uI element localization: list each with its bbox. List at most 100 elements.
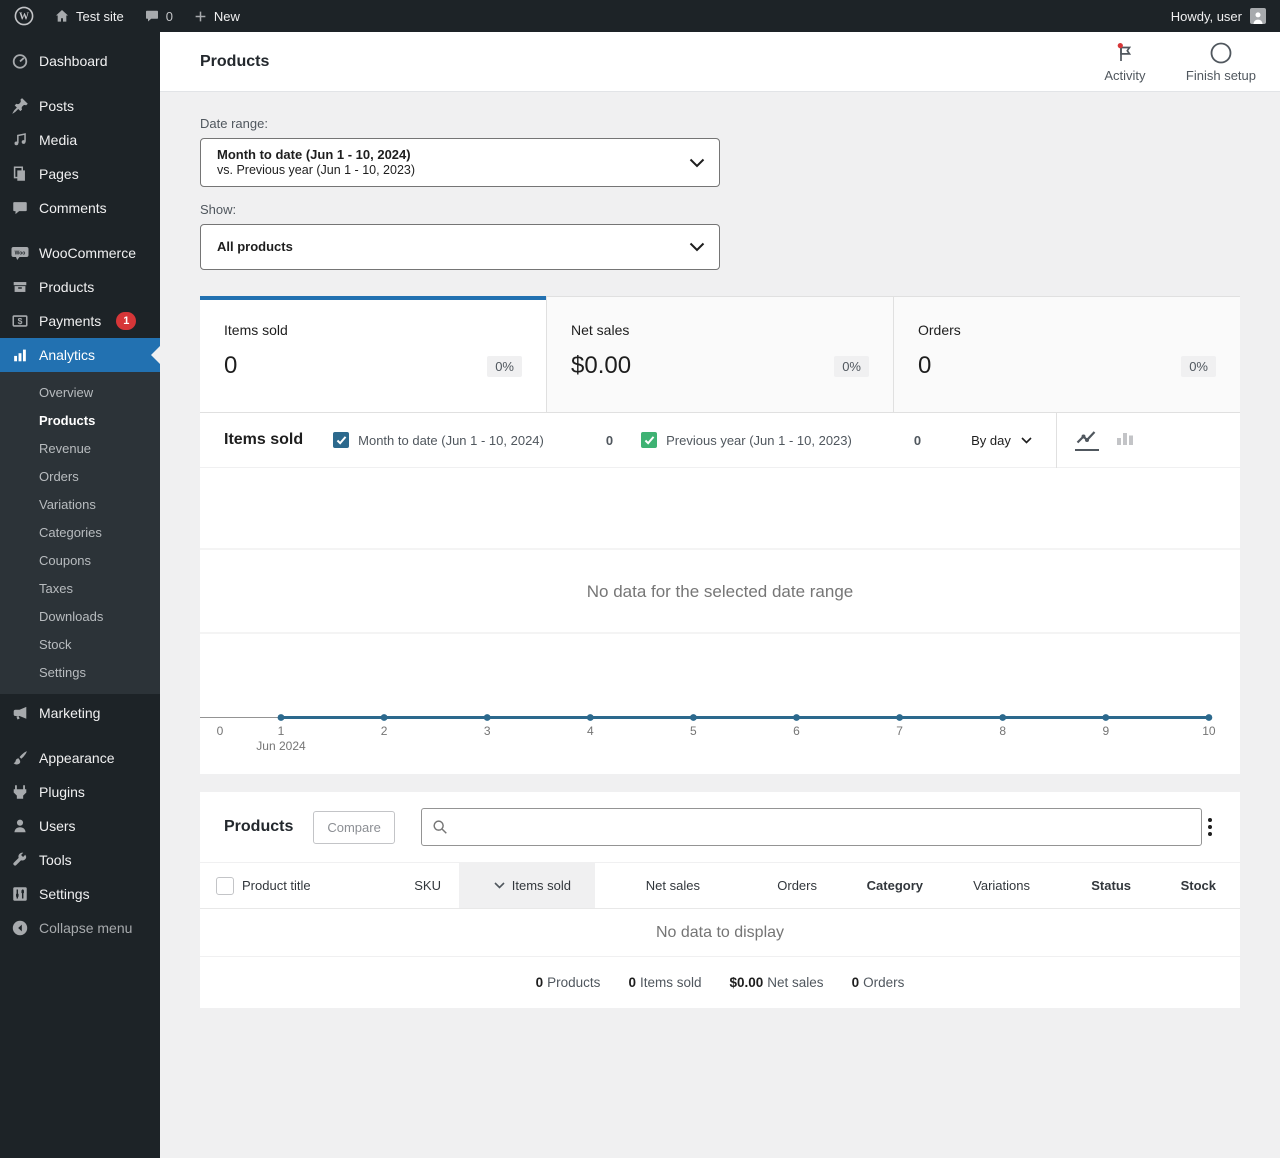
sidebar-item-payments[interactable]: $ Payments 1 <box>0 304 160 338</box>
select-all-checkbox[interactable] <box>216 876 234 895</box>
sidebar-item-label: Pages <box>39 166 79 182</box>
comment-bubble-icon <box>144 8 160 24</box>
change-badge: 0% <box>834 355 869 377</box>
collapse-menu-button[interactable]: Collapse menu <box>0 911 160 945</box>
sidebar-item-label: Products <box>39 279 95 295</box>
column-orders[interactable]: Orders <box>700 863 817 908</box>
empty-line-chart <box>200 548 1240 721</box>
sidebar-item-settings[interactable]: Settings <box>0 877 160 911</box>
current-menu-arrow <box>151 346 160 364</box>
payments-icon: $ <box>10 311 30 331</box>
compare-button[interactable]: Compare <box>313 810 395 844</box>
search-input[interactable] <box>420 808 1202 846</box>
x-axis-tick: 5 <box>690 724 697 738</box>
sidebar-item-label: Comments <box>39 200 107 216</box>
submenu-variations[interactable]: Variations <box>0 491 160 519</box>
legend-item-current-period[interactable]: Month to date (Jun 1 - 10, 2024) 0 <box>333 432 641 448</box>
activity-button[interactable]: Activity <box>1090 41 1160 83</box>
sidebar-item-comments[interactable]: Comments <box>0 191 160 225</box>
stat-value: 0 <box>918 352 932 379</box>
show-select[interactable]: All products <box>200 224 720 270</box>
line-chart-type-button[interactable] <box>1074 429 1099 451</box>
sidebar-item-products[interactable]: Products <box>0 270 160 304</box>
sidebar-item-woocommerce[interactable]: Woo WooCommerce <box>0 236 160 270</box>
sidebar-item-analytics[interactable]: Analytics <box>0 338 160 372</box>
column-items-sold[interactable]: Items sold <box>459 863 595 908</box>
submenu-taxes[interactable]: Taxes <box>0 575 160 603</box>
interval-select[interactable]: By day <box>971 433 1032 448</box>
x-axis-month-label: Jun 2024 <box>256 739 306 753</box>
legend-item-previous-period[interactable]: Previous year (Jun 1 - 10, 2023) 0 <box>641 432 949 448</box>
legend-label: Month to date (Jun 1 - 10, 2024) <box>358 432 544 448</box>
sidebar-item-tools[interactable]: Tools <box>0 843 160 877</box>
submenu-orders[interactable]: Orders <box>0 463 160 491</box>
legend-label: Previous year (Jun 1 - 10, 2023) <box>666 432 852 448</box>
column-label: Items sold <box>511 878 571 893</box>
column-status[interactable]: Status <box>1050 863 1151 908</box>
plus-icon <box>193 9 208 24</box>
show-label: Show: <box>200 202 237 217</box>
sidebar-item-dashboard[interactable]: Dashboard <box>0 44 160 78</box>
tab-items-sold[interactable]: Items sold 0 0% <box>200 296 546 412</box>
date-range-select[interactable]: Month to date (Jun 1 - 10, 2024) vs. Pre… <box>200 138 720 187</box>
sidebar-item-label: Marketing <box>39 705 101 721</box>
sidebar-item-appearance[interactable]: Appearance <box>0 741 160 775</box>
date-range-label: Date range: <box>200 116 268 131</box>
wordpress-logo-menu[interactable]: W <box>0 0 44 32</box>
collapse-icon <box>10 918 30 938</box>
bar-chart-type-button[interactable] <box>1113 429 1137 451</box>
column-category[interactable]: Category <box>817 863 937 908</box>
home-icon <box>54 8 70 24</box>
sidebar-item-plugins[interactable]: Plugins <box>0 775 160 809</box>
line-chart-icon <box>1076 431 1096 444</box>
legend-value: 0 <box>605 432 614 448</box>
submenu-revenue[interactable]: Revenue <box>0 435 160 463</box>
new-menu[interactable]: New <box>183 0 250 32</box>
submenu-overview[interactable]: Overview <box>0 379 160 407</box>
sidebar-item-pages[interactable]: Pages <box>0 157 160 191</box>
submenu-stock[interactable]: Stock <box>0 631 160 659</box>
checkbox-checked-icon[interactable] <box>641 432 658 448</box>
column-product-title[interactable]: Product title <box>242 863 397 908</box>
page-title: Products <box>200 52 270 70</box>
tab-orders[interactable]: Orders 0 0% <box>893 296 1240 412</box>
submenu-settings[interactable]: Settings <box>0 659 160 687</box>
column-variations[interactable]: Variations <box>937 863 1050 908</box>
tab-net-sales[interactable]: Net sales $0.00 0% <box>546 296 893 412</box>
table-summary: 0 Products 0 Items sold $0.00 Net sales 0 Or… <box>200 956 1240 1008</box>
analytics-chart-card: Items sold 0 0% Net sales $0.00 0% Order… <box>200 296 1240 774</box>
sort-desc-chevron-icon <box>494 882 505 889</box>
wrench-icon <box>10 850 30 870</box>
x-axis-tick: 7 <box>896 724 903 738</box>
admin-bar: W Test site 0 New Howdy, user <box>0 0 1280 32</box>
submenu-categories[interactable]: Categories <box>0 519 160 547</box>
column-net-sales[interactable]: Net sales <box>595 863 700 908</box>
select-all-column <box>200 863 242 908</box>
summary-items-sold: 0 Items sold <box>628 975 702 990</box>
sidebar-item-label: Analytics <box>39 347 96 363</box>
column-stock[interactable]: Stock <box>1151 863 1240 908</box>
sidebar-item-label: Dashboard <box>39 53 108 69</box>
pages-icon <box>10 164 30 184</box>
sidebar-item-users[interactable]: Users <box>0 809 160 843</box>
account-menu[interactable]: Howdy, user <box>1171 8 1280 24</box>
finish-setup-label: Finish setup <box>1185 67 1256 83</box>
checkbox-checked-icon[interactable] <box>333 432 350 448</box>
sidebar-item-label: Settings <box>39 886 90 902</box>
column-sku[interactable]: SKU <box>397 863 459 908</box>
sidebar-item-marketing[interactable]: Marketing <box>0 696 160 730</box>
sidebar-item-label: Media <box>39 132 78 148</box>
submenu-coupons[interactable]: Coupons <box>0 547 160 575</box>
finish-setup-button[interactable]: Finish setup <box>1186 41 1256 83</box>
chevron-down-icon <box>689 158 705 168</box>
comments-menu[interactable]: 0 <box>134 0 183 32</box>
activity-label: Activity <box>1104 67 1146 83</box>
site-menu[interactable]: Test site <box>44 0 134 32</box>
table-title: Products <box>224 818 294 835</box>
stat-label: Items sold <box>224 322 288 338</box>
submenu-downloads[interactable]: Downloads <box>0 603 160 631</box>
sidebar-item-media[interactable]: Media <box>0 123 160 157</box>
sidebar-item-posts[interactable]: Posts <box>0 89 160 123</box>
submenu-products[interactable]: Products <box>0 407 160 435</box>
table-options-kebab-icon[interactable] <box>1202 812 1218 842</box>
